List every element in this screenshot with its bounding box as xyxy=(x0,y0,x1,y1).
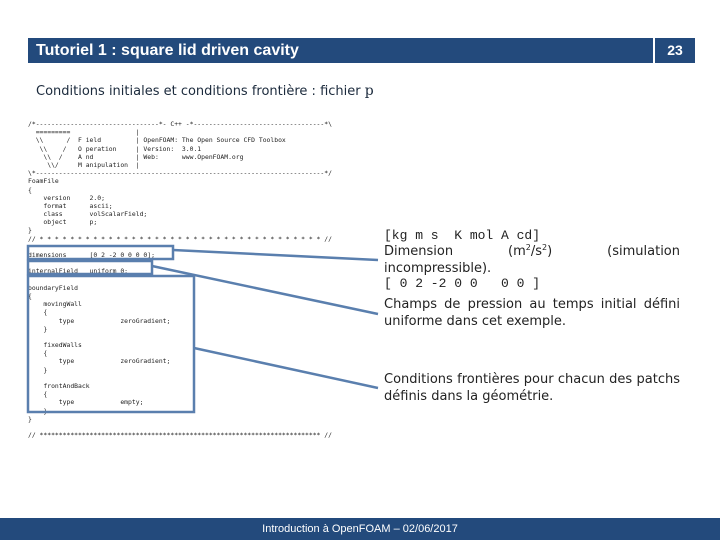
slide-footer: Introduction à OpenFOAM – 02/06/2017 xyxy=(0,518,720,540)
connector-internal-field xyxy=(151,264,379,316)
highlight-boundary-field xyxy=(26,274,196,414)
connector-boundary-field xyxy=(193,346,379,390)
highlight-internal-field xyxy=(26,259,154,276)
connector-dimensions xyxy=(172,248,379,262)
highlight-dimensions xyxy=(26,244,175,261)
annotation-overlay xyxy=(26,244,379,414)
